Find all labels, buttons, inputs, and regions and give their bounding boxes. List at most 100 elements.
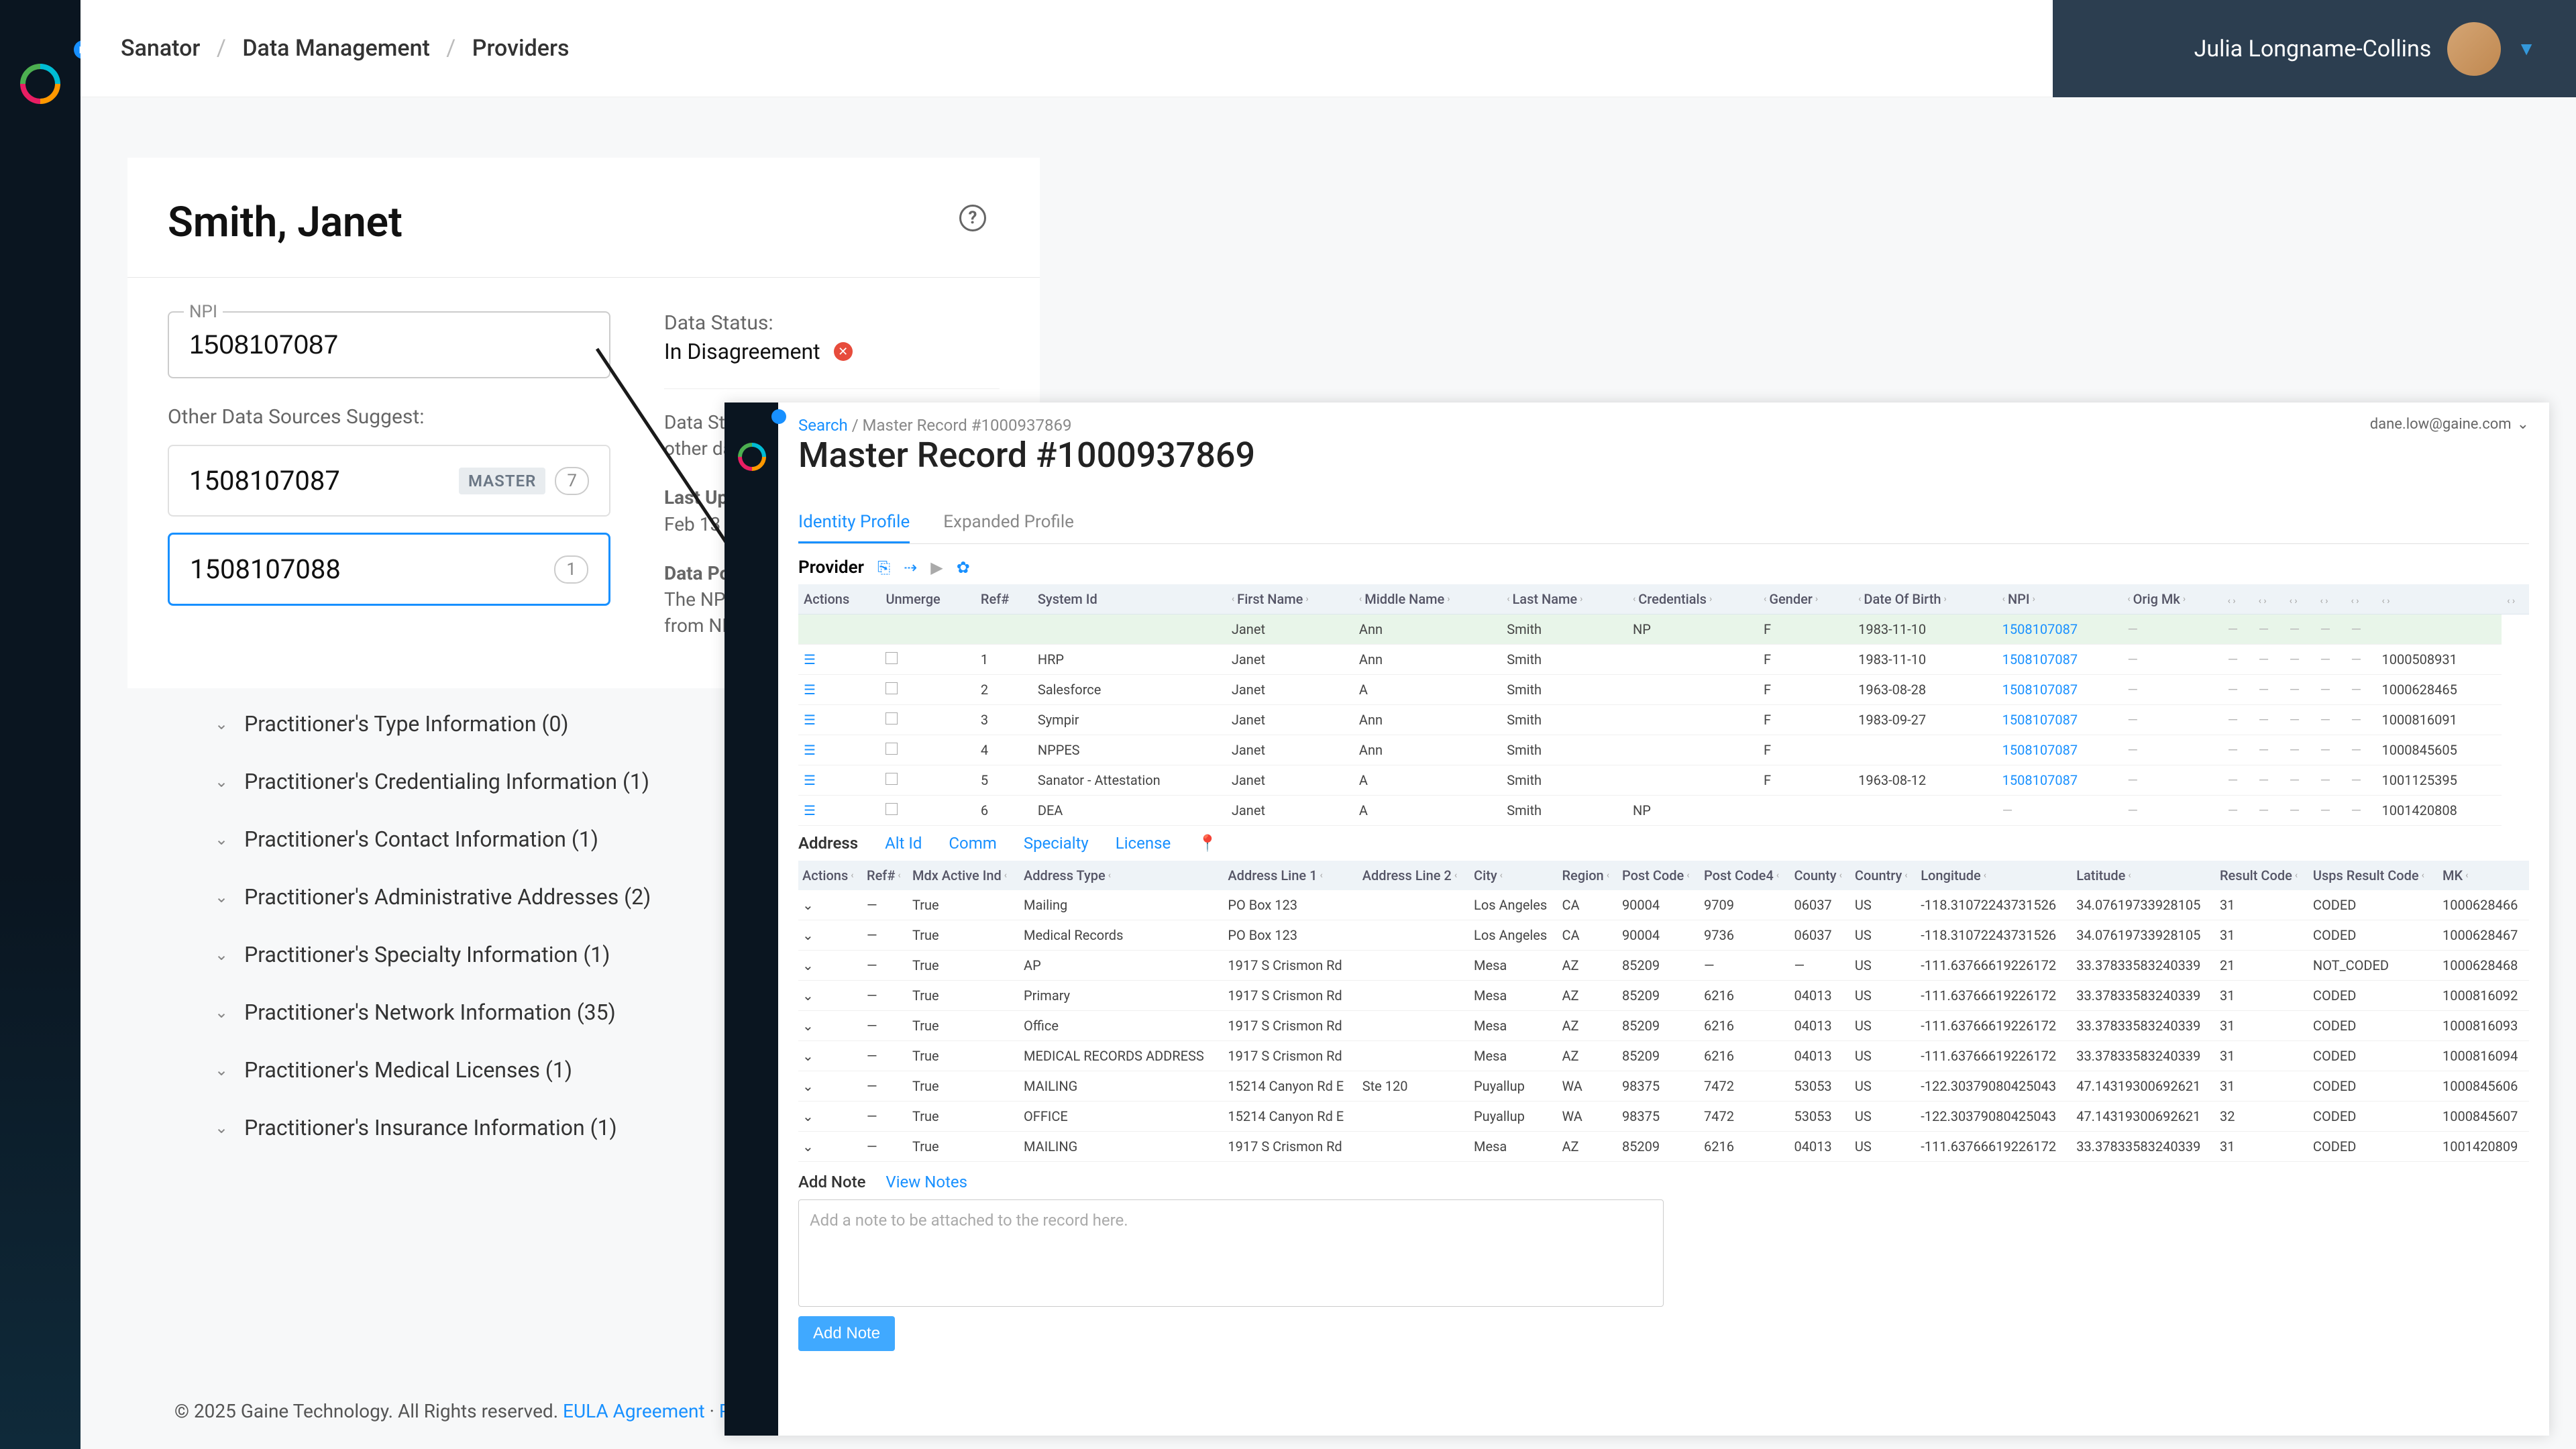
column-header[interactable]: System Id: [1032, 584, 1226, 614]
tab-expanded-profile[interactable]: Expanded Profile: [943, 502, 1074, 543]
column-header[interactable]: MK ‹: [2438, 861, 2529, 890]
column-header[interactable]: ‹ Date Of Birth ›: [1853, 584, 1997, 614]
unmerge-checkbox[interactable]: [885, 652, 898, 664]
table-row[interactable]: ☰4NPPESJanetAnnSmithF1508107087——————100…: [798, 735, 2529, 765]
column-header[interactable]: Country ‹: [1851, 861, 1917, 890]
table-row[interactable]: ⌄—TrueOFFICE15214 Canyon Rd EPuyallupWA9…: [798, 1102, 2529, 1132]
npi-link[interactable]: 1508107087: [2002, 712, 2078, 728]
column-header[interactable]: ‹ NPI ›: [1997, 584, 2123, 614]
add-note-button[interactable]: Add Note: [798, 1316, 895, 1351]
column-header[interactable]: Latitude ‹: [2072, 861, 2216, 890]
row-menu-icon[interactable]: ☰: [804, 682, 816, 698]
export-icon[interactable]: ⎘: [877, 558, 890, 577]
column-header[interactable]: Address Line 1 ‹: [1224, 861, 1358, 890]
breadcrumb-item[interactable]: Search: [798, 416, 848, 435]
note-textarea[interactable]: Add a note to be attached to the record …: [798, 1199, 1664, 1307]
row-menu-icon[interactable]: ☰: [804, 651, 816, 667]
merge-icon[interactable]: ⇢: [904, 558, 917, 577]
expand-icon[interactable]: ⌄: [802, 1018, 814, 1034]
expand-icon[interactable]: ⌄: [802, 987, 814, 1004]
user-menu[interactable]: Julia Longname-Collins ▼: [2053, 0, 2576, 97]
expand-icon[interactable]: ⌄: [802, 1078, 814, 1094]
table-row[interactable]: ⌄—TrueMAILING1917 S Crismon RdMesaAZ8520…: [798, 1132, 2529, 1162]
row-menu-icon[interactable]: ☰: [804, 802, 816, 818]
column-header[interactable]: Result Code ‹: [2216, 861, 2309, 890]
subtab-specialty[interactable]: Specialty: [1024, 834, 1089, 853]
subtab-license[interactable]: License: [1116, 834, 1171, 853]
table-row[interactable]: ⌄—TrueMailingPO Box 123Los AngelesCA9000…: [798, 890, 2529, 920]
table-row[interactable]: ☰2SalesforceJanetASmithF1963-08-28150810…: [798, 675, 2529, 705]
app-logo-icon[interactable]: [738, 443, 766, 471]
subtab-comm[interactable]: Comm: [949, 834, 996, 853]
column-header[interactable]: Mdx Active Ind ‹: [908, 861, 1020, 890]
row-menu-icon[interactable]: ☰: [804, 772, 816, 788]
table-row[interactable]: ⌄—TrueMedical RecordsPO Box 123Los Angel…: [798, 920, 2529, 951]
gear-icon[interactable]: ✿: [957, 558, 970, 577]
column-header[interactable]: ‹ Gender ›: [1758, 584, 1853, 614]
tab-identity-profile[interactable]: Identity Profile: [798, 502, 910, 543]
location-pin-icon[interactable]: 📍: [1197, 834, 1218, 853]
column-header[interactable]: Longitude ‹: [1917, 861, 2072, 890]
column-header[interactable]: ‹ Credentials ›: [1627, 584, 1758, 614]
row-menu-icon[interactable]: ☰: [804, 742, 816, 758]
npi-input[interactable]: [168, 311, 610, 378]
column-header[interactable]: City ‹: [1470, 861, 1558, 890]
table-row[interactable]: ☰1HRPJanetAnnSmithF1983-11-101508107087—…: [798, 645, 2529, 675]
expand-icon[interactable]: ⌄: [802, 1138, 814, 1155]
expand-icon[interactable]: ⌄: [802, 1048, 814, 1064]
panel-user-menu[interactable]: dane.low@gaine.com⌄: [2370, 416, 2529, 433]
unmerge-checkbox[interactable]: [885, 743, 898, 755]
column-header[interactable]: ‹ First Name ›: [1226, 584, 1354, 614]
breadcrumb-item[interactable]: Data Management: [242, 35, 430, 62]
expand-icon[interactable]: ⌄: [802, 957, 814, 973]
row-menu-icon[interactable]: ☰: [804, 712, 816, 728]
unmerge-checkbox[interactable]: [885, 712, 898, 724]
table-row[interactable]: ☰3SympirJanetAnnSmithF1983-09-2715081070…: [798, 705, 2529, 735]
expand-icon[interactable]: ⌄: [802, 1108, 814, 1124]
table-row[interactable]: ☰6DEAJanetASmithNP———————1001420808: [798, 796, 2529, 826]
expand-icon[interactable]: ⌄: [802, 897, 814, 913]
column-header[interactable]: ‹ Last Name ›: [1501, 584, 1627, 614]
chevron-down-icon[interactable]: ▼: [2517, 38, 2536, 60]
column-header[interactable]: Post Code4 ‹: [1700, 861, 1790, 890]
tab-view-notes[interactable]: View Notes: [885, 1173, 967, 1191]
table-row[interactable]: ⌄—TrueAP1917 S Crismon RdMesaAZ85209——US…: [798, 951, 2529, 981]
table-row[interactable]: ⌄—TruePrimary1917 S Crismon RdMesaAZ8520…: [798, 981, 2529, 1011]
breadcrumb-item[interactable]: Providers: [472, 35, 570, 62]
suggestion-row[interactable]: 1508107087 MASTER 7: [168, 445, 610, 517]
column-header[interactable]: Post Code ‹: [1618, 861, 1700, 890]
npi-link[interactable]: 1508107087: [2002, 682, 2078, 698]
unmerge-checkbox[interactable]: [885, 682, 898, 694]
tab-add-note[interactable]: Add Note: [798, 1173, 865, 1191]
eula-link[interactable]: EULA Agreement: [563, 1400, 705, 1422]
npi-link[interactable]: 1508107087: [2002, 621, 2078, 637]
column-header[interactable]: Ref# ‹: [863, 861, 908, 890]
table-row[interactable]: JanetAnnSmithNPF1983-11-101508107087————…: [798, 614, 2529, 645]
breadcrumb-item[interactable]: Sanator: [121, 35, 200, 62]
unmerge-checkbox[interactable]: [885, 773, 898, 785]
table-row[interactable]: ☰5Sanator - AttestationJanetASmithF1963-…: [798, 765, 2529, 796]
column-header[interactable]: Actions ‹: [798, 861, 863, 890]
column-header[interactable]: Unmerge: [880, 584, 975, 614]
column-header[interactable]: ‹ Orig Mk ›: [2122, 584, 2222, 614]
column-header[interactable]: Actions: [798, 584, 880, 614]
help-icon[interactable]: ?: [959, 205, 986, 231]
unmerge-checkbox[interactable]: [885, 803, 898, 815]
table-row[interactable]: ⌄—TrueMAILING15214 Canyon Rd ESte 120Puy…: [798, 1071, 2529, 1102]
suggestion-row[interactable]: 1508107088 1: [168, 533, 610, 606]
subtab-address[interactable]: Address: [798, 834, 858, 853]
expand-icon[interactable]: ⌄: [802, 927, 814, 943]
column-header[interactable]: ‹ Middle Name ›: [1354, 584, 1501, 614]
subtab-alt-id[interactable]: Alt Id: [885, 834, 922, 853]
avatar[interactable]: [2447, 22, 2501, 76]
table-row[interactable]: ⌄—TrueOffice1917 S Crismon RdMesaAZ85209…: [798, 1011, 2529, 1041]
column-header[interactable]: County ‹: [1790, 861, 1850, 890]
npi-link[interactable]: 1508107087: [2002, 772, 2078, 788]
column-header[interactable]: Ref#: [975, 584, 1032, 614]
column-header[interactable]: Region ‹: [1558, 861, 1617, 890]
npi-link[interactable]: 1508107087: [2002, 651, 2078, 667]
table-row[interactable]: ⌄—TrueMEDICAL RECORDS ADDRESS1917 S Cris…: [798, 1041, 2529, 1071]
app-logo-icon[interactable]: [20, 64, 60, 104]
play-icon[interactable]: ▶: [930, 558, 943, 577]
column-header[interactable]: Address Line 2 ‹: [1358, 861, 1470, 890]
